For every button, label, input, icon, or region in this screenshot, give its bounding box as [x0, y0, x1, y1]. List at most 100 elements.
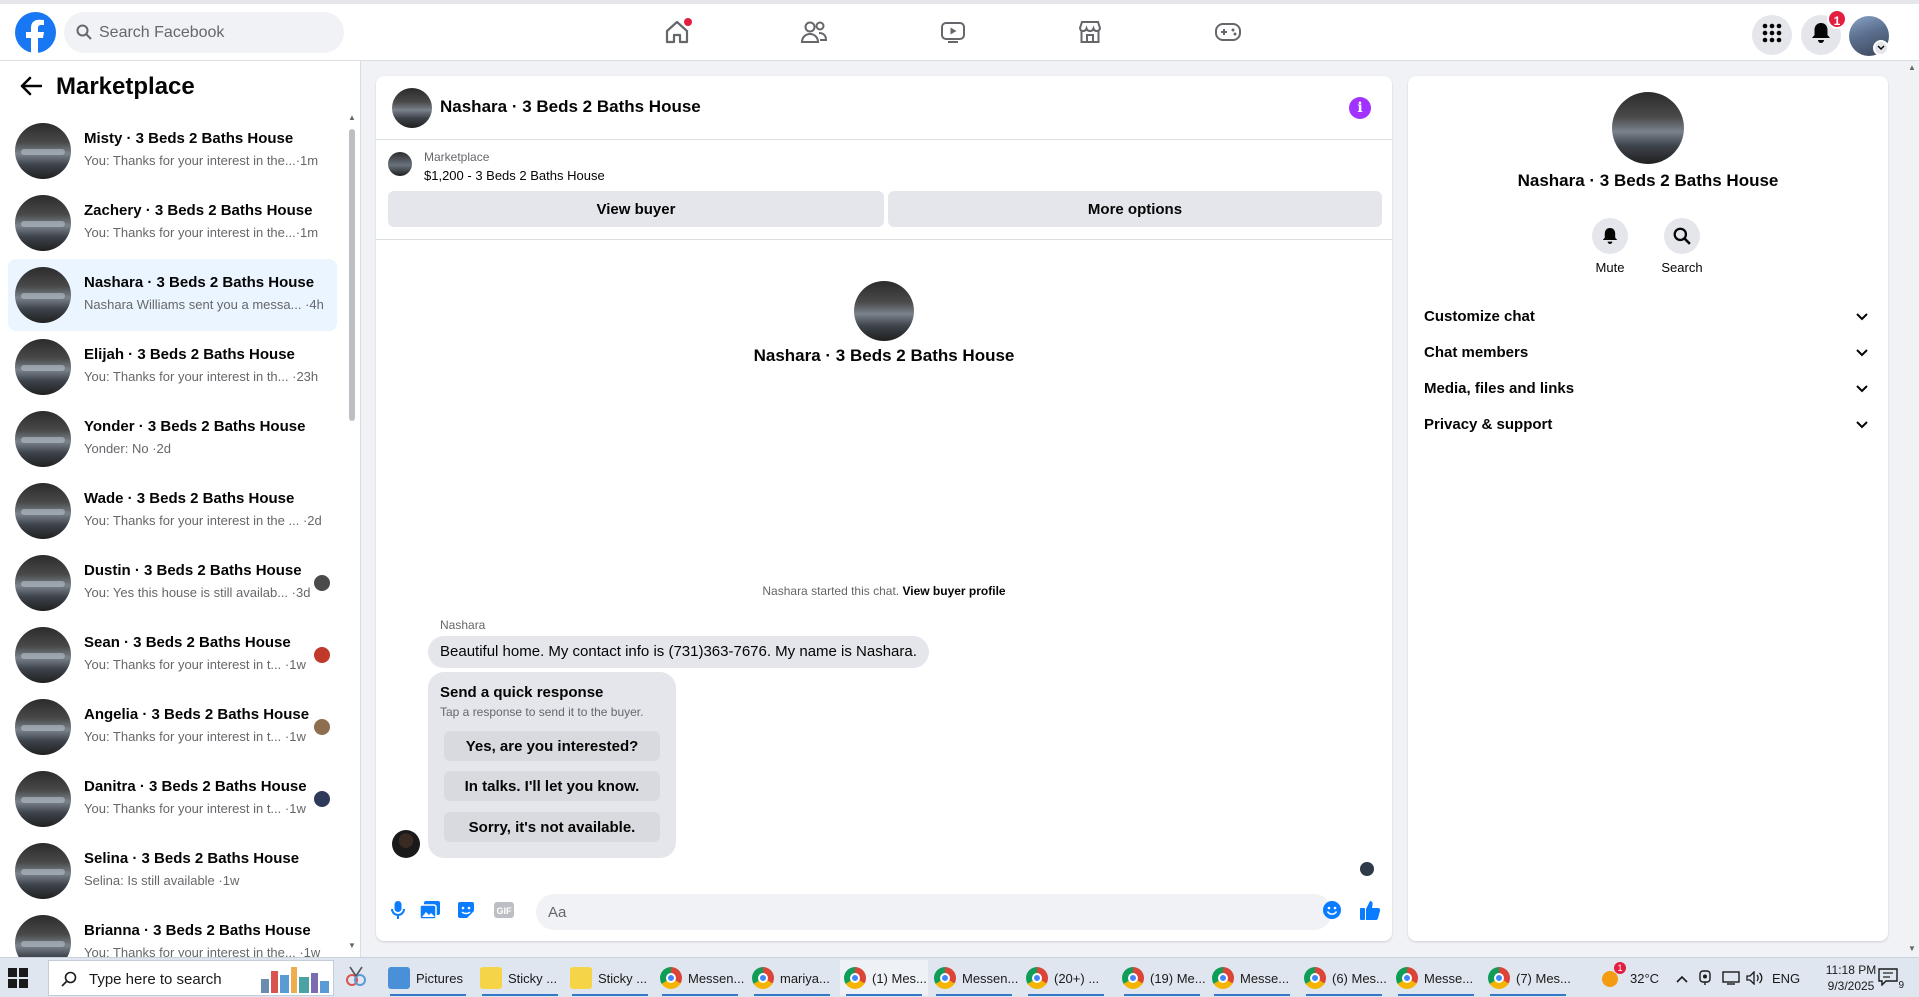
voice-clip-button[interactable]: [386, 900, 410, 924]
chat-avatar[interactable]: [392, 88, 432, 128]
page-scrollbar[interactable]: ▲ ▼: [1904, 61, 1919, 957]
volume-icon[interactable]: [1746, 958, 1764, 997]
taskbar-pinned-app[interactable]: [340, 960, 380, 996]
watch-nav-button[interactable]: [933, 14, 973, 54]
conversation-row[interactable]: Wade · 3 Beds 2 Baths House You: Thanks f…: [8, 475, 337, 547]
taskbar-app-button[interactable]: Messen...: [930, 960, 1018, 996]
message-input[interactable]: [536, 894, 1332, 930]
gif-icon: GIF: [493, 901, 515, 923]
photo-icon: [419, 900, 441, 924]
taskbar-app-button[interactable]: Messe...: [1208, 960, 1296, 996]
taskbar-app-button[interactable]: Messen...: [656, 960, 744, 996]
gif-button[interactable]: GIF: [492, 900, 516, 924]
camera-tray-icon[interactable]: [1698, 958, 1712, 997]
conversation-name: Wade · 3 Beds 2 Baths House: [84, 490, 295, 507]
privacy-support-section[interactable]: Privacy & support: [1424, 407, 1872, 443]
quick-response-button[interactable]: Yes, are you interested?: [444, 731, 660, 761]
marketplace-nav-button[interactable]: [1070, 14, 1110, 54]
taskbar-app-button[interactable]: Sticky ...: [476, 960, 564, 996]
chrome-icon: [660, 967, 682, 989]
search-in-chat-button[interactable]: Search: [1652, 218, 1712, 275]
taskbar-app-button[interactable]: Sticky ...: [566, 960, 654, 996]
taskbar-app-button[interactable]: (6) Mes...: [1300, 960, 1388, 996]
scroll-down-arrow-icon[interactable]: ▼: [348, 941, 356, 950]
view-buyer-button[interactable]: View buyer: [388, 191, 884, 227]
search-box[interactable]: [64, 12, 344, 53]
conversation-row[interactable]: Yonder · 3 Beds 2 Baths House Yonder: No …: [8, 403, 337, 475]
more-options-button[interactable]: More options: [888, 191, 1382, 227]
taskbar-app-button[interactable]: (1) Mes...: [840, 960, 928, 996]
info-icon[interactable]: i: [1349, 97, 1371, 119]
bell-icon: [1592, 218, 1628, 254]
attach-photo-button[interactable]: [418, 900, 442, 924]
scroll-down-arrow-icon[interactable]: ▼: [1908, 944, 1916, 953]
conversation-thumbnail: [15, 195, 71, 251]
conversation-row[interactable]: Brianna · 3 Beds 2 Baths House You: Thank…: [8, 907, 337, 957]
conversation-row[interactable]: Nashara · 3 Beds 2 Baths House Nashara Wi…: [8, 259, 337, 331]
taskbar-app-button[interactable]: (7) Mes...: [1484, 960, 1572, 996]
details-name: Nashara · 3 Beds 2 Baths House: [1517, 171, 1779, 190]
search-label: Search: [1661, 260, 1703, 275]
chat-members-section[interactable]: Chat members: [1424, 335, 1872, 371]
windows-start-icon[interactable]: [8, 968, 28, 988]
friends-nav-button[interactable]: [794, 14, 834, 54]
customize-chat-section[interactable]: Customize chat: [1424, 299, 1872, 335]
search-input[interactable]: [99, 12, 334, 53]
home-nav-button[interactable]: [657, 14, 697, 54]
weather-temperature: 32°C: [1630, 970, 1660, 986]
taskbar-search-box[interactable]: Type here to search: [48, 960, 334, 996]
conversation-row[interactable]: Zachery · 3 Beds 2 Baths House You: Thank…: [8, 187, 337, 259]
conversation-preview: You: Thanks for your interest in the...·…: [84, 153, 319, 168]
view-buyer-profile-link[interactable]: View buyer profile: [902, 584, 1005, 598]
show-hidden-icons-button[interactable]: [1676, 958, 1688, 997]
conversation-name: Dustin · 3 Beds 2 Baths House: [84, 562, 302, 579]
gaming-nav-button[interactable]: [1208, 14, 1248, 54]
conversation-row[interactable]: Selina · 3 Beds 2 Baths House Selina: Is …: [8, 835, 337, 907]
message-bubble[interactable]: Beautiful home. My contact info is (731)…: [428, 636, 929, 668]
apps-grid-icon: [1762, 23, 1782, 47]
scroll-up-arrow-icon[interactable]: ▲: [348, 113, 356, 122]
conversation-row[interactable]: Danitra · 3 Beds 2 Baths House You: Thank…: [8, 763, 337, 835]
weather-widget[interactable]: 1 32°C: [1598, 958, 1659, 997]
emoji-button[interactable]: [1320, 900, 1344, 924]
network-icon[interactable]: [1722, 958, 1740, 997]
scroll-up-arrow-icon[interactable]: ▲: [1908, 63, 1916, 72]
taskbar-app-button[interactable]: Messe...: [1392, 960, 1480, 996]
facebook-logo-icon[interactable]: [15, 12, 56, 53]
language-indicator[interactable]: ENG: [1772, 958, 1800, 997]
listing-price[interactable]: $1,200 - 3 Beds 2 Baths House: [424, 168, 605, 183]
buyer-avatar[interactable]: [392, 830, 420, 858]
taskbar-app-button[interactable]: Pictures: [384, 960, 472, 996]
taskbar-app-label: (6) Mes...: [1332, 970, 1387, 986]
conversation-name: Danitra · 3 Beds 2 Baths House: [84, 778, 307, 795]
quick-response-button[interactable]: Sorry, it's not available.: [444, 812, 660, 842]
taskbar-app-button[interactable]: (20+) ...: [1022, 960, 1110, 996]
chevron-down-icon: [1852, 379, 1872, 399]
mute-button[interactable]: Mute: [1580, 218, 1640, 275]
pics-icon: [388, 967, 410, 989]
taskbar-app-button[interactable]: mariya...: [748, 960, 836, 996]
menu-button[interactable]: [1752, 15, 1792, 55]
conversation-row[interactable]: Misty · 3 Beds 2 Baths House You: Thanks …: [8, 115, 337, 187]
like-button[interactable]: [1358, 900, 1382, 924]
listing-thumbnail[interactable]: [388, 152, 412, 176]
notification-center-button[interactable]: 9: [1878, 958, 1904, 997]
account-chevron-down-icon[interactable]: [1873, 40, 1889, 56]
back-button[interactable]: [16, 73, 46, 103]
conversation-row[interactable]: Sean · 3 Beds 2 Baths House You: Thanks f…: [8, 619, 337, 691]
conversation-thumbnail: [15, 123, 71, 179]
conversation-preview: You: Thanks for your interest in t... ·1…: [84, 657, 306, 672]
notifications-button[interactable]: 1: [1801, 9, 1847, 55]
sticker-button[interactable]: [454, 900, 478, 924]
quick-response-button[interactable]: In talks. I'll let you know.: [444, 771, 660, 801]
conversation-preview: You: Yes this house is still availab... …: [84, 585, 311, 600]
taskbar-app-button[interactable]: (19) Me...: [1118, 960, 1206, 996]
chat-title[interactable]: Nashara · 3 Beds 2 Baths House: [440, 97, 701, 117]
conversation-row[interactable]: Dustin · 3 Beds 2 Baths House You: Yes th…: [8, 547, 337, 619]
media-files-links-section[interactable]: Media, files and links: [1424, 371, 1872, 407]
conversation-thumbnail: [15, 411, 71, 467]
conversation-row[interactable]: Angelia · 3 Beds 2 Baths House You: Thank…: [8, 691, 337, 763]
taskbar-app-label: (7) Mes...: [1516, 970, 1571, 986]
sidebar-scroll-thumb[interactable]: [349, 129, 355, 421]
conversation-row[interactable]: Elijah · 3 Beds 2 Baths House You: Thanks…: [8, 331, 337, 403]
